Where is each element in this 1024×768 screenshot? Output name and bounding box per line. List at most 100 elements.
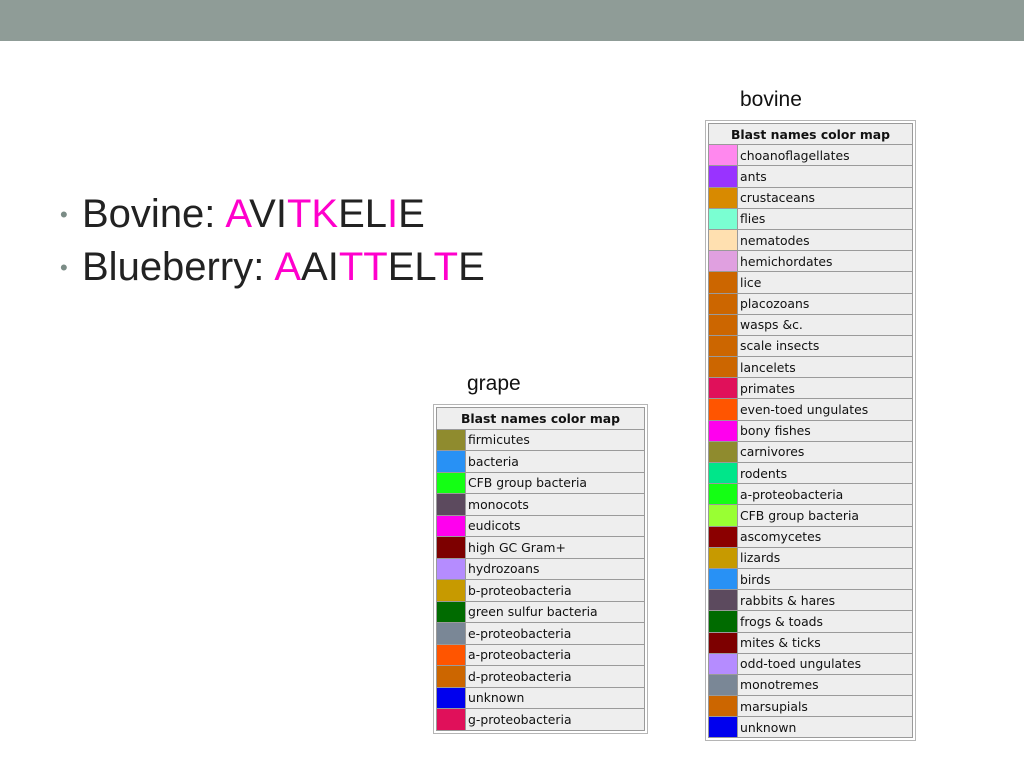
sequence-letter: A	[274, 245, 301, 289]
color-map-row: eudicots	[436, 514, 645, 537]
color-map-row: lizards	[708, 546, 913, 569]
color-swatch	[708, 673, 738, 697]
bullet-dot-icon: •	[60, 255, 68, 280]
sequence-letter: V	[249, 192, 276, 236]
blast-name: odd-toed ungulates	[737, 652, 913, 675]
color-swatch	[708, 292, 738, 315]
sequence-letter: K	[311, 192, 339, 236]
color-swatch	[708, 186, 738, 209]
color-map-row: monocots	[436, 493, 645, 516]
blast-name: CFB group bacteria	[465, 471, 645, 494]
color-swatch	[708, 356, 738, 379]
color-swatch	[708, 631, 738, 654]
color-map-row: a-proteobacteria	[708, 483, 913, 506]
sequence-blueberry: AAITTELTE	[274, 241, 484, 294]
sequence-letter: I	[387, 192, 399, 236]
grape-caption: grape	[467, 372, 521, 395]
color-swatch	[436, 428, 466, 451]
color-map-row: choanoflagellates	[708, 144, 913, 167]
blast-name: hemichordates	[737, 250, 913, 273]
color-swatch	[436, 493, 466, 516]
color-map-row: carnivores	[708, 440, 913, 464]
color-map-row: green sulfur bacteria	[436, 600, 645, 623]
color-map-row: CFB group bacteria	[708, 504, 913, 527]
blast-name: lizards	[737, 546, 913, 569]
color-swatch	[708, 610, 738, 633]
grape-color-map: Blast names color map firmicutes bacteria…	[433, 404, 648, 734]
color-map-row: scale insects	[708, 334, 913, 358]
color-swatch	[436, 686, 466, 709]
blast-name: choanoflagellates	[737, 144, 913, 167]
blast-name: nematodes	[737, 228, 913, 252]
blast-name: a-proteobacteria	[465, 643, 645, 666]
color-map-row: CFB group bacteria	[436, 471, 645, 494]
sequence-letter: A	[301, 245, 328, 289]
color-swatch	[708, 461, 738, 485]
color-map-row: bony fishes	[708, 419, 913, 442]
color-map-row: ants	[708, 165, 913, 188]
blast-name: ascomycetes	[737, 525, 913, 548]
color-map-row: bacteria	[436, 450, 645, 473]
blast-name: unknown	[465, 686, 645, 709]
color-map-row: placozoans	[708, 292, 913, 315]
color-map-row: d-proteobacteria	[436, 665, 645, 688]
color-map-row: nematodes	[708, 228, 913, 252]
color-map-row: mites & ticks	[708, 631, 913, 654]
blast-name: eudicots	[465, 514, 645, 537]
sequence-letter: T	[286, 192, 312, 236]
blast-name: primates	[737, 377, 913, 400]
color-swatch	[708, 589, 738, 612]
color-map-row: hydrozoans	[436, 557, 645, 580]
bovine-caption: bovine	[740, 88, 802, 111]
color-map-row: firmicutes	[436, 428, 645, 451]
color-swatch	[436, 600, 466, 623]
color-swatch	[708, 440, 738, 464]
sequence-letter: T	[338, 245, 364, 289]
color-map-row: lancelets	[708, 356, 913, 379]
sequence-letter: I	[327, 245, 339, 289]
color-swatch	[436, 536, 466, 559]
bullet-label: Blueberry:	[82, 245, 265, 289]
color-map-row: primates	[708, 377, 913, 400]
blast-name: placozoans	[737, 292, 913, 315]
top-banner	[0, 0, 1024, 41]
blast-name: lice	[737, 271, 913, 294]
blast-name: frogs & toads	[737, 610, 913, 633]
blast-name: b-proteobacteria	[465, 579, 645, 602]
sequence-letter: T	[433, 245, 459, 289]
color-map-row: marsupials	[708, 695, 913, 718]
blast-name: flies	[737, 207, 913, 230]
color-map-row: even-toed ungulates	[708, 398, 913, 421]
color-swatch	[708, 504, 738, 527]
color-swatch	[708, 144, 738, 167]
color-swatch	[436, 643, 466, 666]
color-swatch	[436, 665, 466, 688]
color-map-row: crustaceans	[708, 186, 913, 209]
color-swatch	[708, 419, 738, 442]
color-map-row: rabbits & hares	[708, 589, 913, 612]
sequence-letter: L	[364, 192, 388, 236]
blast-name: bony fishes	[737, 419, 913, 442]
color-swatch	[708, 271, 738, 294]
color-swatch	[708, 377, 738, 400]
sequence-letter: T	[363, 245, 388, 289]
blast-name: carnivores	[737, 440, 913, 464]
color-swatch	[436, 450, 466, 473]
sequence-letter: E	[458, 245, 485, 289]
sequence-letter: E	[398, 192, 425, 236]
bovine-color-map: Blast names color map choanoflagellates a…	[705, 120, 916, 742]
blast-name: birds	[737, 567, 913, 591]
color-swatch	[708, 483, 738, 506]
color-swatch	[708, 398, 738, 421]
color-swatch	[708, 165, 738, 188]
color-swatch	[436, 579, 466, 602]
blast-name: unknown	[737, 716, 913, 739]
color-map-row: birds	[708, 567, 913, 591]
color-map-row: lice	[708, 271, 913, 294]
blast-name: monotremes	[737, 673, 913, 697]
color-swatch	[436, 514, 466, 537]
color-map-row: unknown	[436, 686, 645, 709]
bullet-blueberry: • Blueberry: AAITTELTE	[60, 241, 485, 294]
color-swatch	[436, 622, 466, 645]
color-map-header: Blast names color map	[708, 122, 913, 146]
